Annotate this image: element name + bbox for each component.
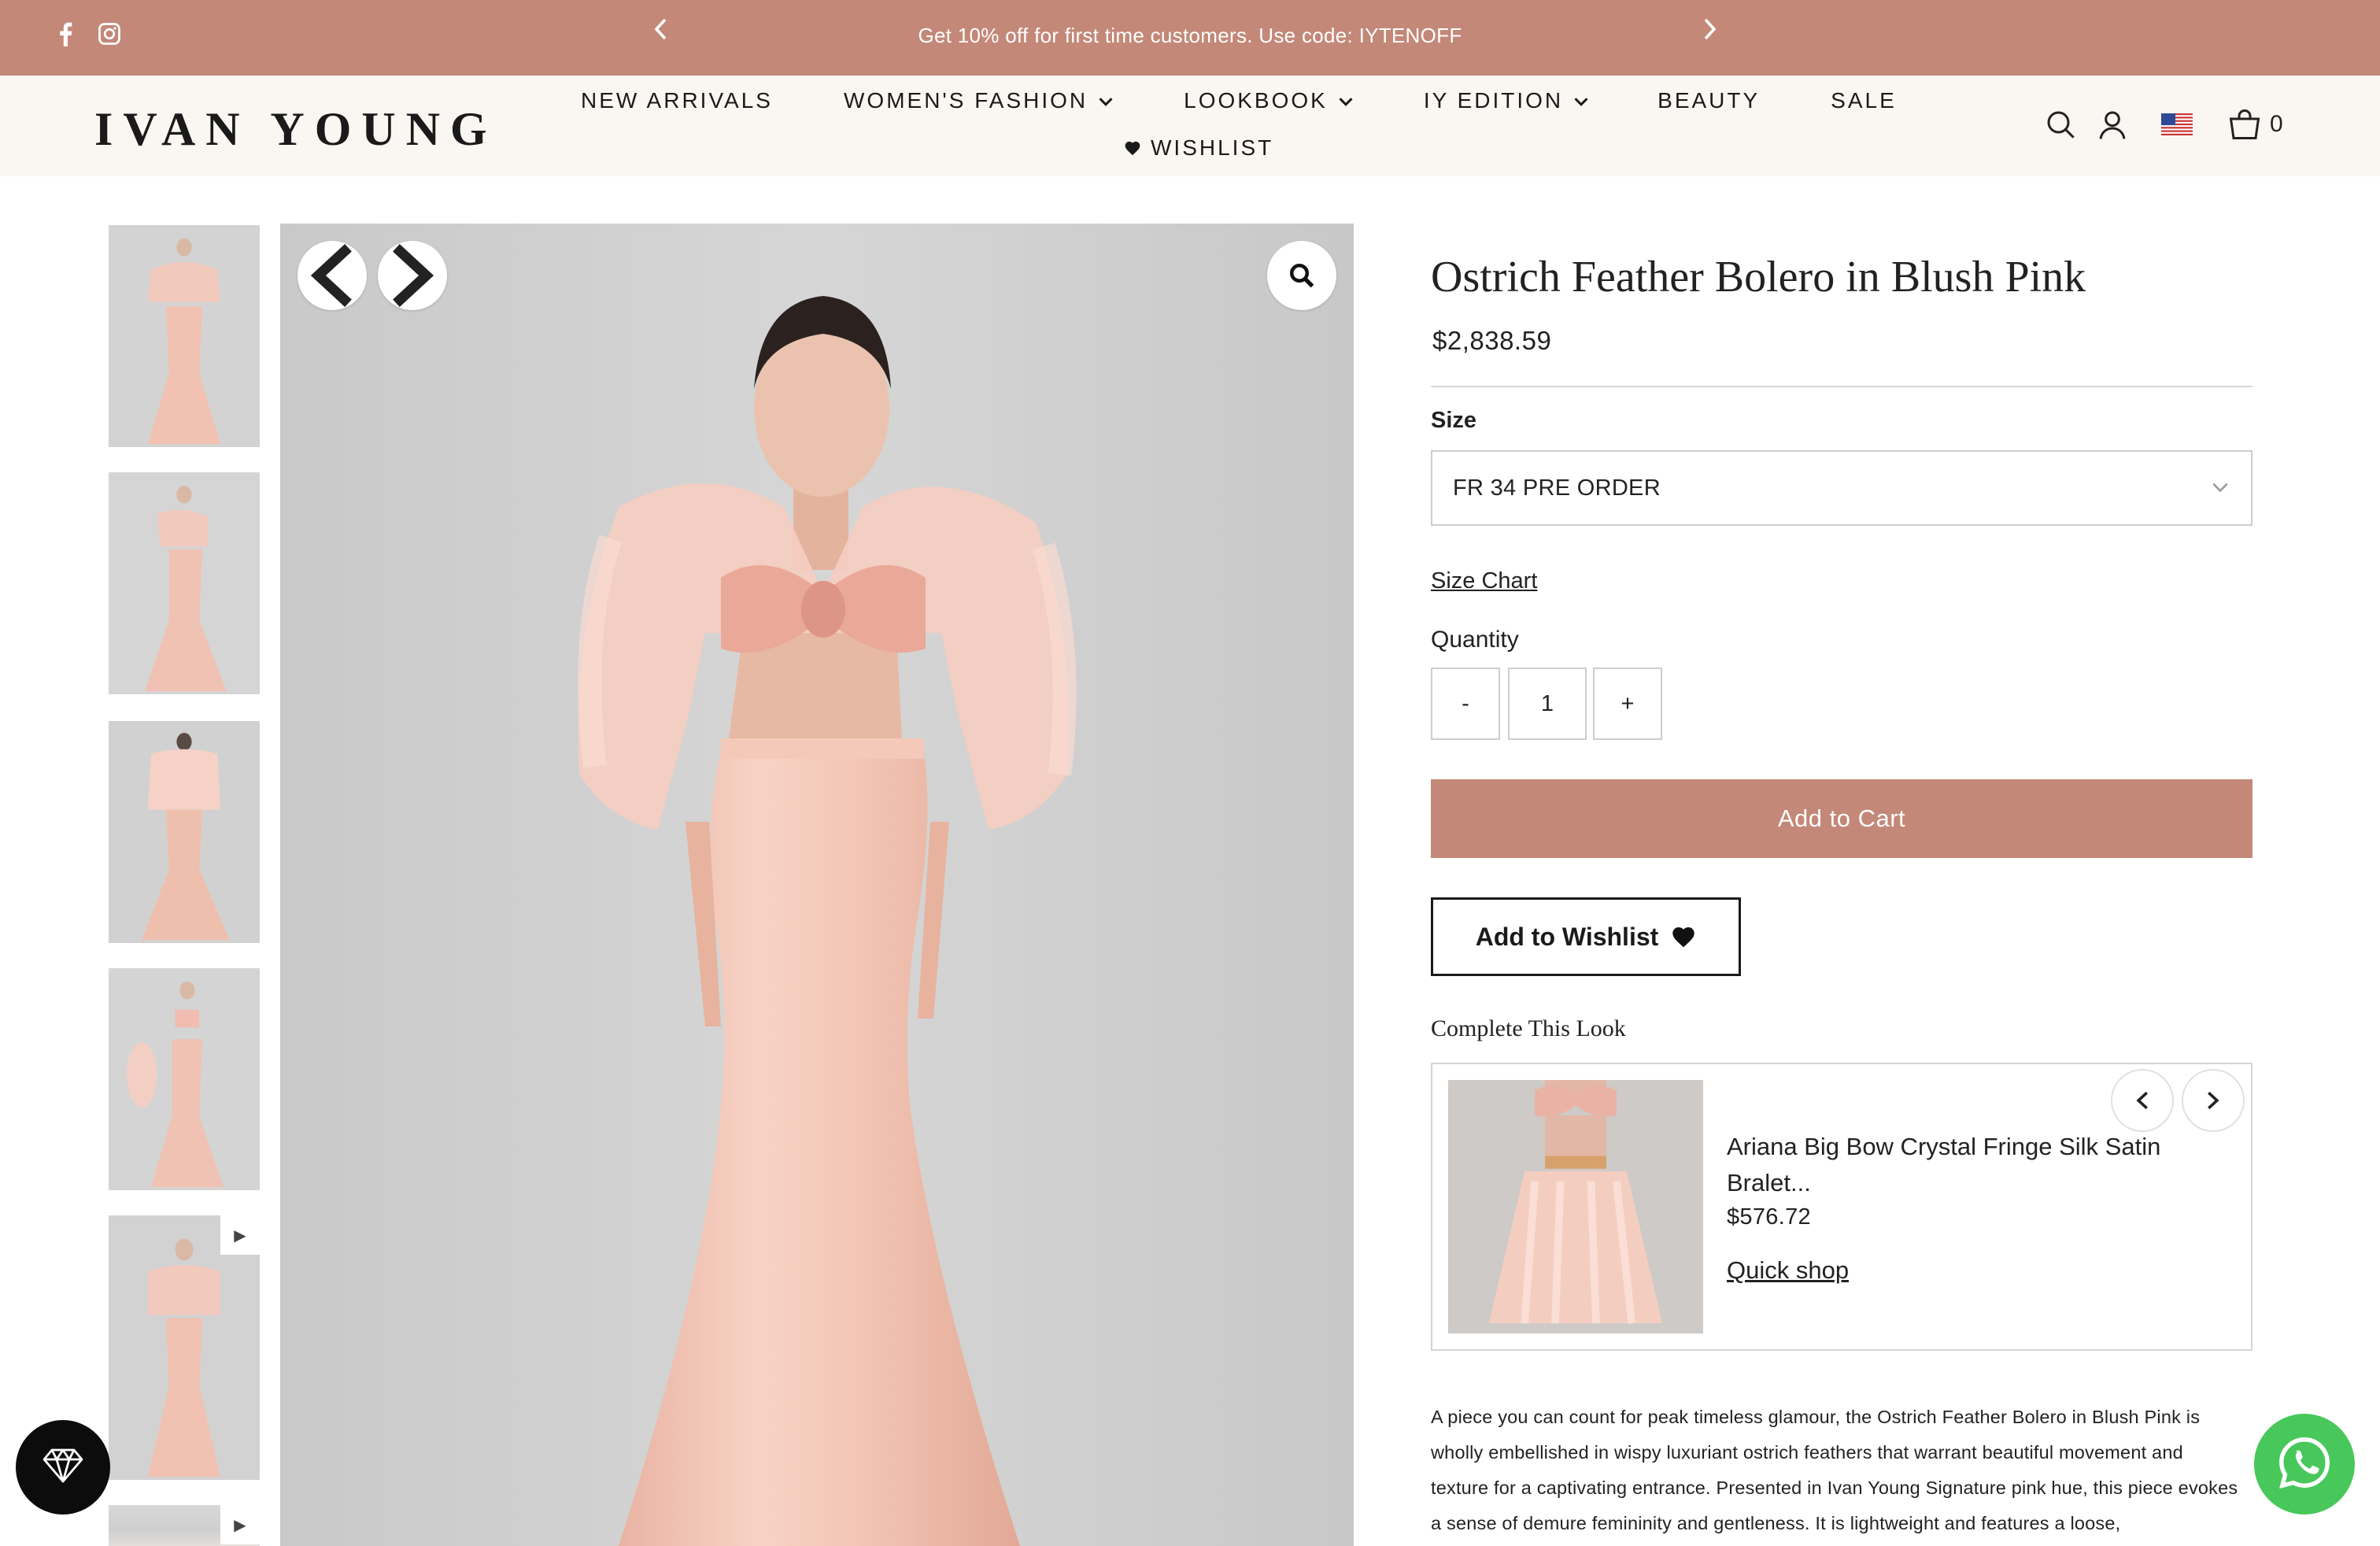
chevron-down-icon [1339,91,1353,111]
add-to-wishlist-label: Add to Wishlist [1475,922,1659,951]
complete-look-prev-button[interactable] [2111,1069,2174,1132]
product-thumbnail[interactable] [109,721,260,943]
product-thumbnail[interactable] [109,472,260,694]
nav-womens-fashion[interactable]: WOMEN'S FASHION [844,88,1113,113]
product-thumbnail[interactable] [109,225,260,447]
nav-beauty[interactable]: BEAUTY [1658,88,1760,113]
heart-icon [1124,140,1141,156]
model-illustration [280,224,1354,1546]
quantity-label: Quantity [1431,627,1519,653]
cart-icon[interactable] [2227,107,2262,142]
nav-new-arrivals[interactable]: NEW ARRIVALS [581,88,773,113]
complete-look-next-button[interactable] [2182,1069,2245,1132]
divider [1431,386,2252,387]
size-label: Size [1431,408,1477,433]
complete-look-card: Ariana Big Bow Crystal Fringe Silk Satin… [1431,1063,2252,1351]
chevron-down-icon [1574,91,1588,111]
chevron-down-icon [1099,91,1113,111]
nav-lookbook[interactable]: LOOKBOOK [1184,88,1353,113]
gallery-next-button[interactable] [378,241,447,310]
announcement-text: Get 10% off for first time customers. Us… [918,24,1462,47]
add-to-wishlist-button[interactable]: Add to Wishlist [1431,897,1741,976]
cart-count[interactable]: 0 [2270,111,2283,138]
product-thumbnail[interactable] [109,968,260,1190]
product-title: Ostrich Feather Bolero in Blush Pink [1431,253,2086,301]
size-select-value: FR 34 PRE ORDER [1453,475,1661,501]
announcement-bar: Get 10% off for first time customers. Us… [0,0,2380,76]
zoom-button[interactable] [1267,241,1336,310]
size-chart-link[interactable]: Size Chart [1431,568,1537,594]
quantity-input[interactable]: 1 [1508,668,1587,740]
nav-iy-edition[interactable]: IY EDITION [1424,88,1588,113]
nav-wishlist[interactable]: WISHLIST [1124,135,1273,161]
header-icons: 0 [2043,107,2283,142]
chevron-down-icon [2212,474,2229,498]
complete-look-item-name[interactable]: Ariana Big Bow Crystal Fringe Silk Satin… [1727,1129,2168,1201]
zoom-icon [1288,261,1316,290]
product-video-thumbnail[interactable]: ▶ [109,1505,260,1546]
gallery-prev-button[interactable] [298,241,367,310]
play-icon: ▶ [220,1215,260,1255]
heart-icon [1671,925,1696,949]
whatsapp-icon [2276,1434,2333,1495]
size-select[interactable]: FR 34 PRE ORDER [1431,450,2252,526]
add-to-cart-button[interactable]: Add to Cart [1431,779,2252,858]
diamond-icon [41,1446,85,1489]
site-header: IVAN YOUNG NEW ARRIVALS WOMEN'S FASHION … [0,76,2380,176]
product-description: A piece you can count for peak timeless … [1431,1407,2238,1533]
play-icon: ▶ [220,1505,260,1544]
complete-look-item-price: $576.72 [1727,1204,1811,1230]
site-logo[interactable]: IVAN YOUNG [94,102,497,157]
main-product-image[interactable] [280,224,1354,1546]
quick-shop-link[interactable]: Quick shop [1727,1256,1849,1285]
quantity-increase-button[interactable]: + [1593,668,1662,740]
quantity-decrease-button[interactable]: - [1431,668,1500,740]
search-icon[interactable] [2043,107,2078,142]
complete-look-image[interactable] [1448,1080,1703,1333]
product-video-thumbnail[interactable]: ▶ [109,1215,260,1480]
account-icon[interactable] [2095,107,2130,142]
nav-sale[interactable]: SALE [1831,88,1897,113]
complete-look-heading: Complete This Look [1431,1015,1626,1041]
announcement-next-button[interactable] [1703,17,1717,48]
us-flag-icon[interactable] [2160,107,2194,142]
whatsapp-button[interactable] [2254,1414,2355,1515]
loyalty-button[interactable] [16,1420,110,1515]
product-price: $2,838.59 [1432,326,1552,355]
